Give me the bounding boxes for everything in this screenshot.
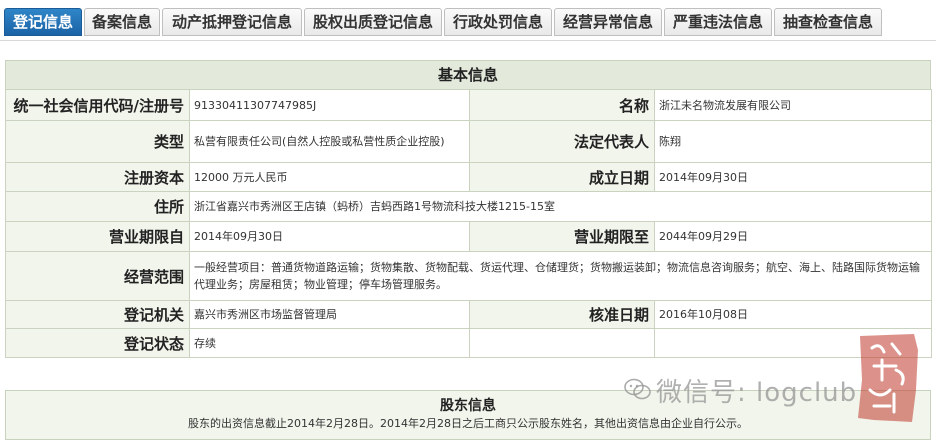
red-seal-icon [858, 334, 918, 422]
shareholder-note: 股东的出资信息截止2014年2月28日。2014年2月28日之后工商只公示股东姓… [188, 417, 748, 430]
name-value: 浙江未名物流发展有限公司 [654, 89, 932, 121]
tab-chattel-mortgage[interactable]: 动产抵押登记信息 [162, 8, 302, 36]
scope-label: 经营范围 [5, 251, 190, 301]
tab-spot-check[interactable]: 抽查检查信息 [774, 8, 882, 36]
table-row: 住所 浙江省嘉兴市秀洲区王店镇（蚂桥）吉蚂西路1号物流科技大楼1215-15室 [5, 191, 932, 222]
tab-registration-info[interactable]: 登记信息 [4, 8, 82, 36]
credit-code-label: 统一社会信用代码/注册号 [5, 89, 190, 121]
capital-value: 12000 万元人民币 [189, 162, 470, 192]
authority-label: 登记机关 [5, 300, 190, 329]
type-value: 私营有限责任公司(自然人控股或私营性质企业控股) [189, 120, 470, 163]
period-to-label: 营业期限至 [469, 221, 655, 252]
tab-filing-info[interactable]: 备案信息 [84, 8, 160, 36]
tab-admin-penalty[interactable]: 行政处罚信息 [444, 8, 552, 36]
scope-value: 一般经营项目：普通货物道路运输；货物集散、货物配载、货运代理、仓储理货；货物搬运… [189, 251, 932, 301]
tab-equity-pledge[interactable]: 股权出质登记信息 [304, 8, 442, 36]
tab-serious-violation[interactable]: 严重违法信息 [664, 8, 772, 36]
credit-code-value: 91330411307747985J [189, 89, 470, 121]
address-value: 浙江省嘉兴市秀洲区王店镇（蚂桥）吉蚂西路1号物流科技大楼1215-15室 [189, 191, 932, 222]
status-value: 存续 [189, 328, 470, 358]
tab-abnormal-operation[interactable]: 经营异常信息 [554, 8, 662, 36]
legal-rep-label: 法定代表人 [469, 120, 655, 163]
basic-info-table: 统一社会信用代码/注册号 91330411307747985J 名称 浙江未名物… [5, 89, 932, 358]
type-label: 类型 [5, 120, 190, 163]
tab-bar: 登记信息 备案信息 动产抵押登记信息 股权出质登记信息 行政处罚信息 经营异常信… [0, 0, 936, 41]
address-label: 住所 [5, 191, 190, 222]
approval-value: 2016年10月08日 [654, 300, 932, 329]
period-from-value: 2014年09月30日 [189, 221, 470, 252]
table-row: 登记机关 嘉兴市秀洲区市场监督管理局 核准日期 2016年10月08日 [5, 300, 932, 329]
basic-info-title: 基本信息 [5, 60, 931, 90]
watermark-text: 微信号: logclub [656, 378, 858, 408]
table-row: 登记状态 存续 [5, 328, 932, 358]
capital-label: 注册资本 [5, 162, 190, 192]
table-row: 营业期限自 2014年09月30日 营业期限至 2044年09月29日 [5, 221, 932, 252]
empty-cell [469, 328, 655, 358]
table-row: 注册资本 12000 万元人民币 成立日期 2014年09月30日 [5, 162, 932, 192]
status-label: 登记状态 [5, 328, 190, 358]
period-from-label: 营业期限自 [5, 221, 190, 252]
approval-label: 核准日期 [469, 300, 655, 329]
table-row: 类型 私营有限责任公司(自然人控股或私营性质企业控股) 法定代表人 陈翔 [5, 120, 932, 163]
name-label: 名称 [469, 89, 655, 121]
period-to-value: 2044年09月29日 [654, 221, 932, 252]
table-row: 经营范围 一般经营项目：普通货物道路运输；货物集散、货物配载、货运代理、仓储理货… [5, 251, 932, 301]
table-row: 统一社会信用代码/注册号 91330411307747985J 名称 浙江未名物… [5, 89, 932, 121]
authority-value: 嘉兴市秀洲区市场监督管理局 [189, 300, 470, 329]
wechat-icon [624, 378, 651, 400]
established-value: 2014年09月30日 [654, 162, 932, 192]
established-label: 成立日期 [469, 162, 655, 192]
legal-rep-value: 陈翔 [654, 120, 932, 163]
